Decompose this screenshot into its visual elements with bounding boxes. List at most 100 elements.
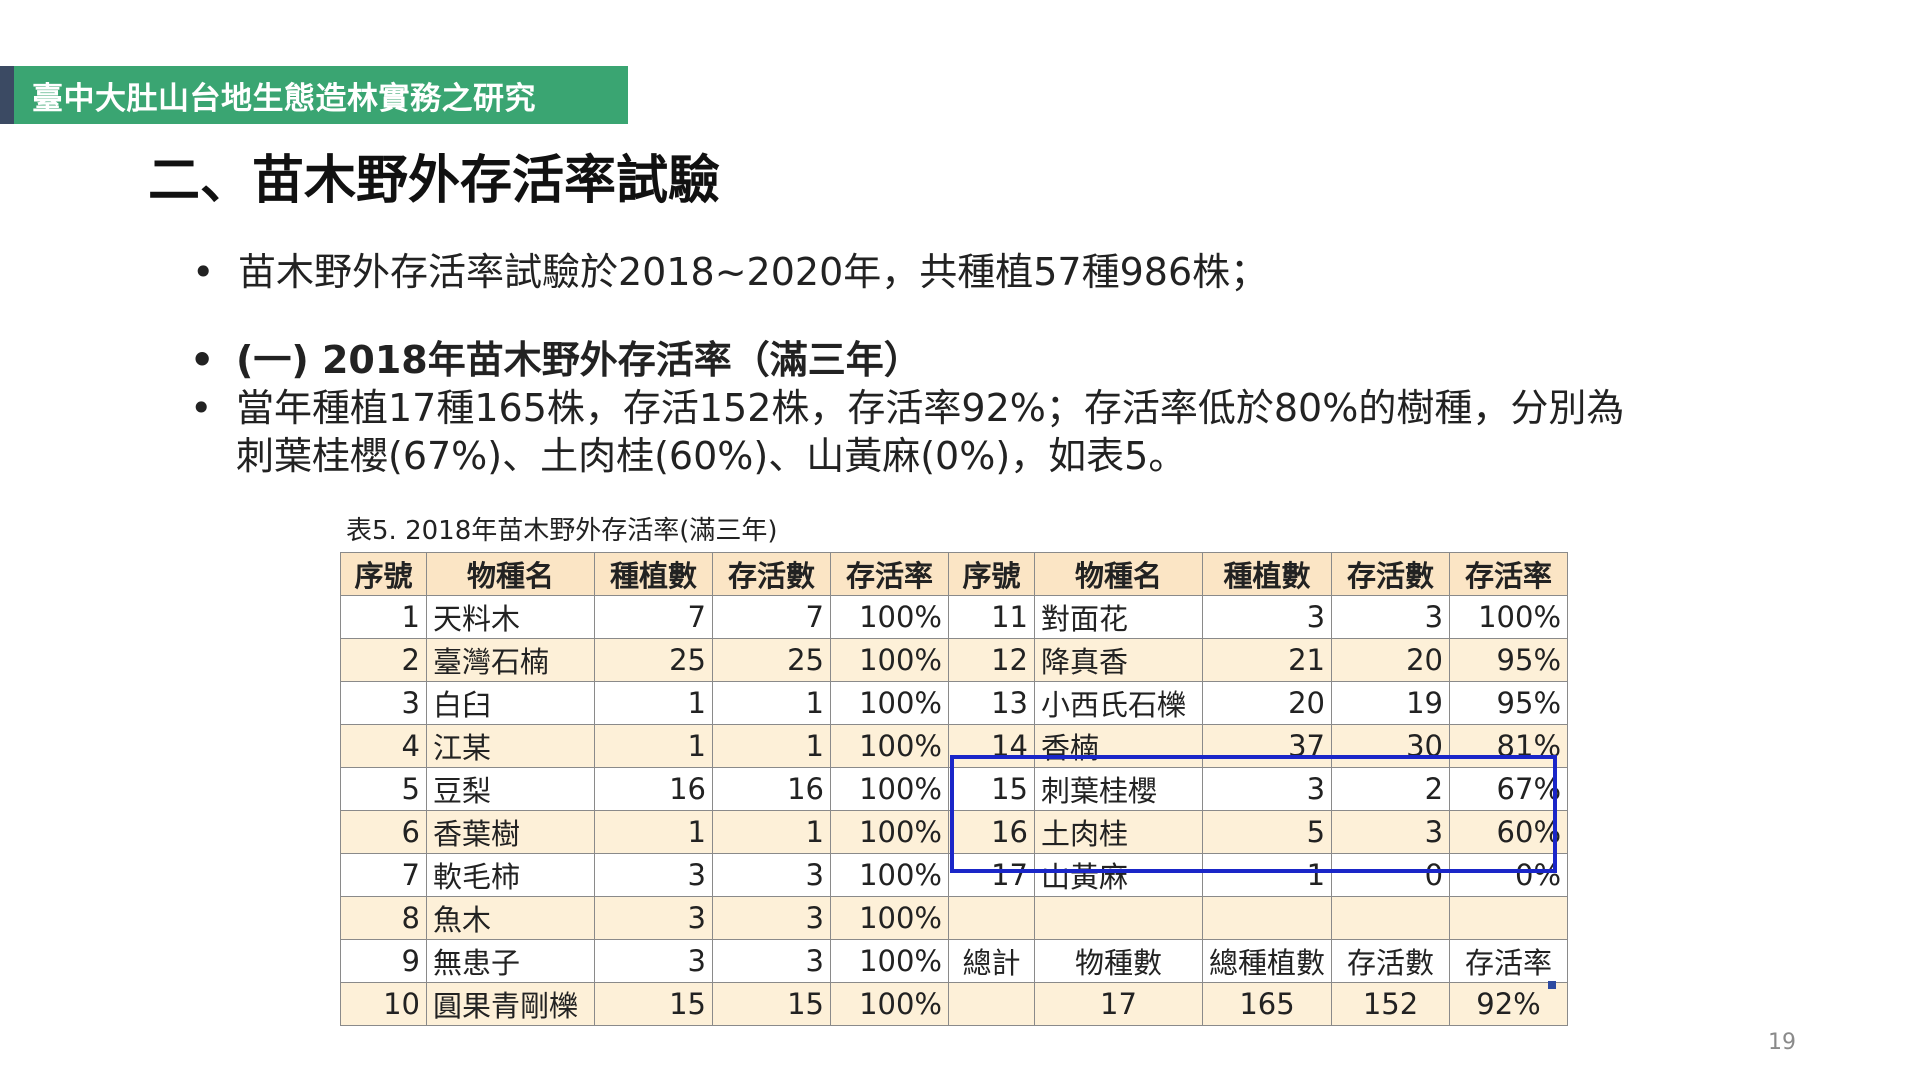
table-cell: 山黃麻 [1034, 853, 1203, 897]
summary-value-cell [948, 982, 1035, 1026]
table-cell: 香楠 [1034, 724, 1203, 768]
header-cell: 物種名 [426, 552, 595, 596]
header-cell: 存活數 [1331, 552, 1451, 596]
table-cell: 5 [340, 767, 427, 811]
table-row: 5 豆梨 16 16 100% 15 刺葉桂櫻 3 2 67% [340, 767, 1569, 811]
table-cell: 對面花 [1034, 595, 1203, 639]
table-cell: 16 [948, 810, 1035, 854]
table-cell: 2 [1331, 767, 1451, 811]
table-cell: 小西氏石櫟 [1034, 681, 1203, 725]
table-cell: 豆梨 [426, 767, 595, 811]
table-cell: 3 [1331, 595, 1451, 639]
table-cell: 降真香 [1034, 638, 1203, 682]
table-cell: 20 [1331, 638, 1451, 682]
table-row: 1 天料木 7 7 100% 11 對面花 3 3 100% [340, 595, 1569, 639]
table-cell: 6 [340, 810, 427, 854]
table-cell: 21 [1201, 638, 1333, 682]
table-cell: 5 [1201, 810, 1333, 854]
table-cell: 100% [830, 982, 949, 1026]
table-cell: 3 [712, 853, 831, 897]
table-cell [1331, 896, 1451, 940]
header-cell: 物種名 [1034, 552, 1203, 596]
table-row: 7 軟毛柿 3 3 100% 17 山黃麻 1 0 0% [340, 853, 1569, 897]
table-cell: 100% [830, 853, 949, 897]
table-cell: 刺葉桂櫻 [1034, 767, 1203, 811]
summary-value-cell: 17 [1034, 982, 1203, 1026]
table-cell: 1 [594, 681, 713, 725]
table-cell: 15 [594, 982, 713, 1026]
table-cell: 0 [1331, 853, 1451, 897]
table-row: 10 圓果青剛櫟 15 15 100% 17 165 152 92% [340, 982, 1569, 1026]
table-cell: 1 [594, 810, 713, 854]
table-cell: 100% [830, 724, 949, 768]
table-cell: 3 [712, 939, 831, 983]
summary-label-cell: 物種數 [1034, 939, 1203, 983]
table-cell: 95% [1449, 638, 1569, 682]
table-cell: 1 [712, 724, 831, 768]
table-row: 3 白臼 1 1 100% 13 小西氏石櫟 20 19 95% [340, 681, 1569, 725]
table-cell: 3 [712, 896, 831, 940]
table-cell: 19 [1331, 681, 1451, 725]
table-cell: 7 [712, 595, 831, 639]
table-cell: 25 [712, 638, 831, 682]
table-cell: 15 [948, 767, 1035, 811]
table-cell: 3 [594, 853, 713, 897]
table-cell: 100% [830, 595, 949, 639]
table-cell: 魚木 [426, 896, 595, 940]
header-cell: 種植數 [1201, 552, 1333, 596]
table-row: 6 香葉樹 1 1 100% 16 土肉桂 5 3 60% [340, 810, 1569, 854]
table-cell: 100% [830, 638, 949, 682]
table-cell: 0% [1449, 853, 1569, 897]
table-cell: 20 [1201, 681, 1333, 725]
bullet-dot-icon [190, 336, 214, 384]
header-banner: 臺中大肚山台地生態造林實務之研究 [0, 66, 628, 124]
table-cell: 無患子 [426, 939, 595, 983]
table-row: 9 無患子 3 3 100% 總計 物種數 總種植數 存活數 存活率 [340, 939, 1569, 983]
table-cell: 37 [1201, 724, 1333, 768]
summary-value-cell: 165 [1201, 982, 1333, 1026]
header-accent-stripe [0, 66, 14, 124]
table-cell: 15 [712, 982, 831, 1026]
table-cell: 土肉桂 [1034, 810, 1203, 854]
survival-rate-table: 序號 物種名 種植數 存活數 存活率 序號 物種名 種植數 存活數 存活率 1 … [340, 552, 1569, 1026]
table-cell: 臺灣石楠 [426, 638, 595, 682]
table-cell: 100% [1449, 595, 1569, 639]
table-cell [1034, 896, 1203, 940]
table-cell: 10 [340, 982, 427, 1026]
table-cell [1201, 896, 1333, 940]
table-cell: 95% [1449, 681, 1569, 725]
header-cell: 種植數 [594, 552, 713, 596]
page-number: 19 [1768, 1030, 1796, 1055]
summary-label-cell: 存活數 [1331, 939, 1451, 983]
table-cell: 30 [1331, 724, 1451, 768]
table-cell: 12 [948, 638, 1035, 682]
bullet-dot-icon [190, 384, 212, 432]
bullet-section-text: (一) 2018年苗木野外存活率（滿三年） [236, 338, 922, 382]
bullet-intro-text: 苗木野外存活率試驗於2018~2020年，共種植57種986株； [238, 250, 1269, 294]
table-cell: 天料木 [426, 595, 595, 639]
table-cell: 軟毛柿 [426, 853, 595, 897]
table-cell: 3 [594, 939, 713, 983]
summary-value-cell: 152 [1331, 982, 1451, 1026]
bullet-section-heading: (一) 2018年苗木野外存活率（滿三年） [236, 336, 922, 384]
table-cell: 1 [1201, 853, 1333, 897]
header-cell: 存活率 [1449, 552, 1569, 596]
table-cell: 13 [948, 681, 1035, 725]
table-cell: 白臼 [426, 681, 595, 725]
table-cell [1449, 896, 1569, 940]
summary-label-cell: 總計 [948, 939, 1035, 983]
header-cell: 序號 [948, 552, 1035, 596]
table-cell: 9 [340, 939, 427, 983]
table-cell: 1 [712, 810, 831, 854]
bullet-dot-icon [192, 248, 214, 296]
table-cell: 8 [340, 896, 427, 940]
summary-label-cell: 存活率 [1449, 939, 1569, 983]
table-resize-handle-icon [1548, 981, 1556, 989]
table-cell: 7 [594, 595, 713, 639]
table-row: 2 臺灣石楠 25 25 100% 12 降真香 21 20 95% [340, 638, 1569, 682]
table-cell: 14 [948, 724, 1035, 768]
summary-label-cell: 總種植數 [1201, 939, 1333, 983]
table-cell: 100% [830, 896, 949, 940]
table-cell: 1 [712, 681, 831, 725]
table-cell: 60% [1449, 810, 1569, 854]
